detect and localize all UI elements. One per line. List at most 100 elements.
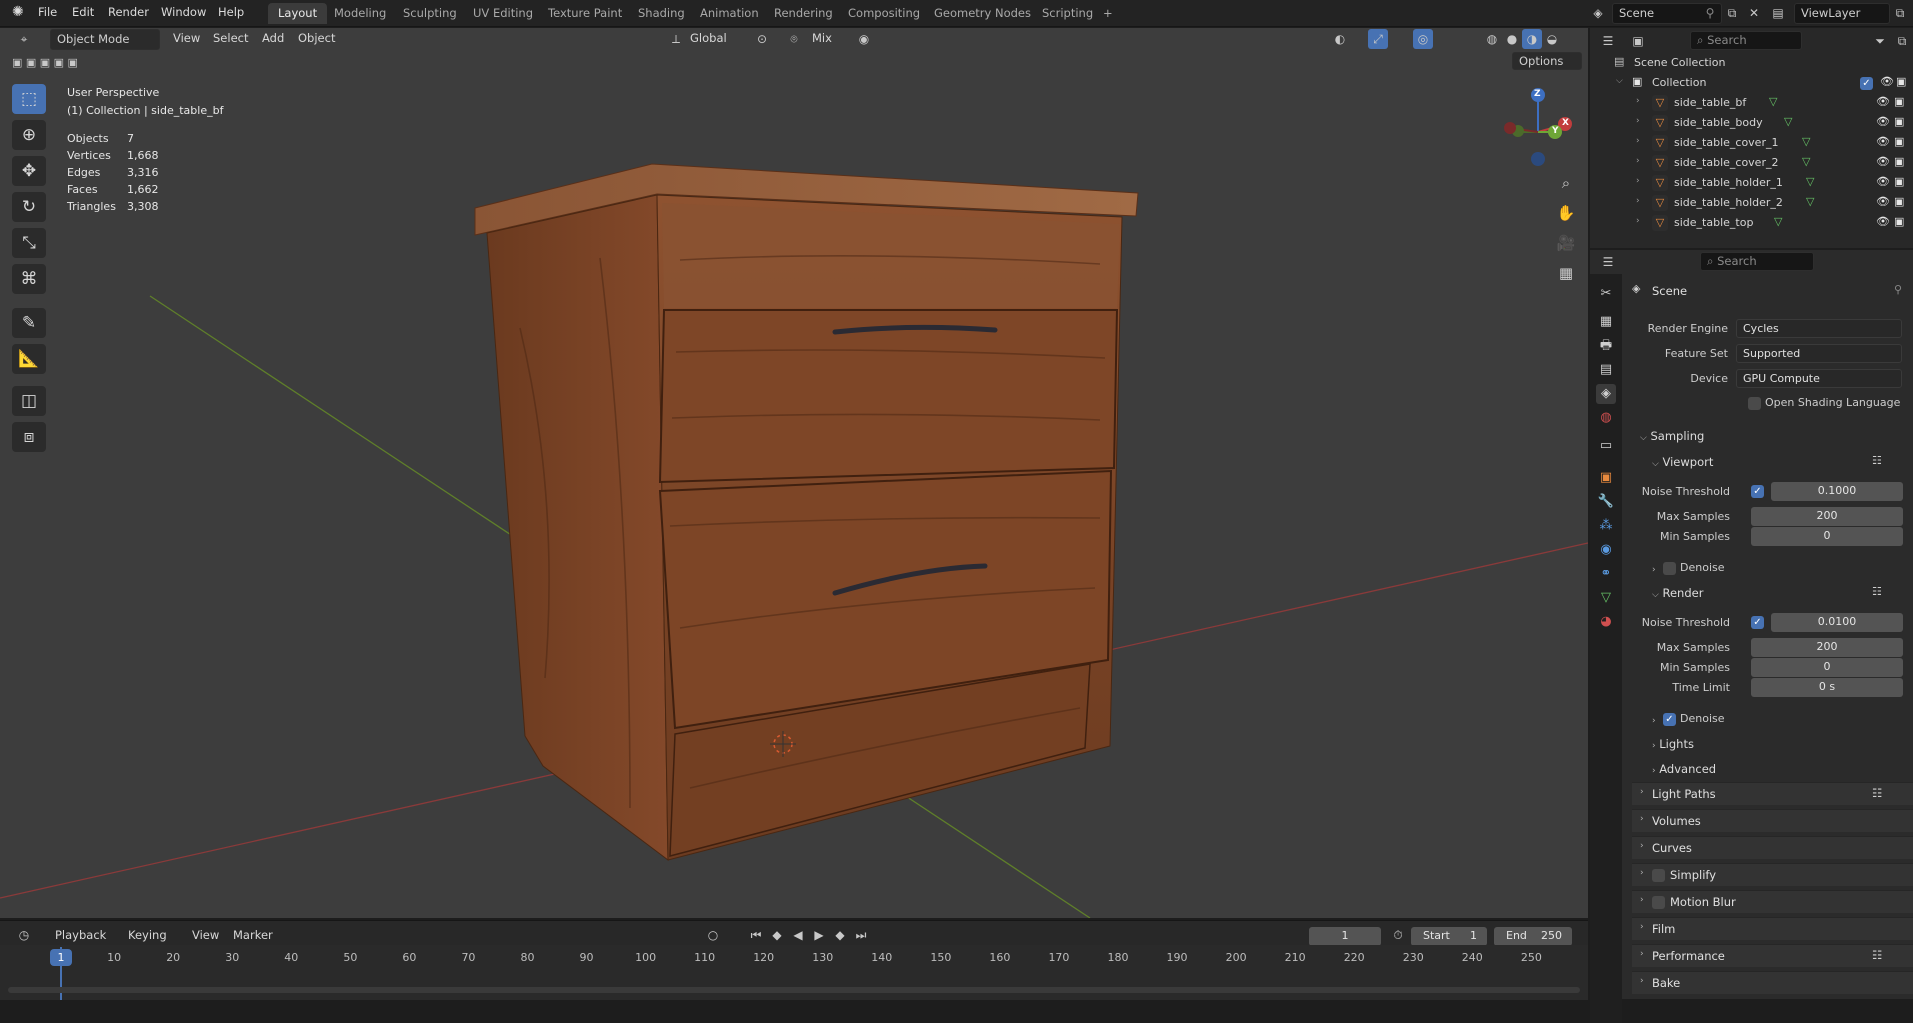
mode-selector[interactable]: Object Mode bbox=[50, 29, 160, 50]
presets-list-icon[interactable]: ☷ bbox=[1872, 454, 1882, 467]
camera-icon[interactable]: ▣ bbox=[1894, 175, 1904, 188]
new-view-layer-icon[interactable]: ⧉ bbox=[1890, 3, 1910, 23]
view-layer-selector[interactable]: ViewLayer bbox=[1794, 3, 1890, 24]
tree-object[interactable]: › ▽ side_table_cover_1 ▽ 👁 ▣ bbox=[1590, 133, 1913, 153]
measure-tool-icon[interactable]: 📐 bbox=[12, 344, 46, 374]
presets-list-icon[interactable]: ☷ bbox=[1872, 585, 1882, 598]
eye-icon[interactable]: 👁 bbox=[1876, 135, 1890, 148]
menu-window[interactable]: Window bbox=[161, 5, 206, 19]
outliner-search-input[interactable]: ⌕ Search bbox=[1690, 31, 1802, 50]
data-tab-icon[interactable]: ▽ bbox=[1596, 588, 1616, 608]
tab-compositing[interactable]: Compositing bbox=[838, 3, 930, 24]
tab-modeling[interactable]: Modeling bbox=[324, 3, 396, 24]
vp-denoise-subpanel[interactable]: › bbox=[1652, 561, 1656, 575]
expand-arrow-icon[interactable]: › bbox=[1636, 176, 1640, 186]
volumes-panel[interactable]: › Volumes bbox=[1632, 809, 1913, 832]
bake-panel[interactable]: › Bake bbox=[1632, 971, 1913, 994]
render-tab-icon[interactable]: ▦ bbox=[1596, 312, 1616, 332]
gizmo-x-label[interactable]: X bbox=[1562, 118, 1569, 128]
simplify-checkbox[interactable] bbox=[1652, 869, 1665, 882]
proportional-edit-icon[interactable]: ◉ bbox=[854, 29, 874, 49]
tree-scene-collection[interactable]: ▤ Scene Collection bbox=[1590, 53, 1913, 73]
pin-icon[interactable]: ⚲ bbox=[1894, 283, 1902, 296]
scale-tool-icon[interactable]: ⤡ bbox=[12, 228, 46, 258]
wireframe-shading-icon[interactable]: ◍ bbox=[1482, 29, 1502, 49]
mesh-data-icon[interactable]: ▽ bbox=[1802, 135, 1810, 148]
viewport-menu-add[interactable]: Add bbox=[262, 31, 284, 45]
add-cube-tool-icon[interactable]: ◫ bbox=[12, 386, 46, 416]
solid-shading-icon[interactable]: ● bbox=[1502, 29, 1522, 49]
motion-blur-checkbox[interactable] bbox=[1652, 896, 1665, 909]
scene-icon[interactable]: ◈ bbox=[1588, 3, 1608, 23]
viewport-menu-select[interactable]: Select bbox=[213, 31, 248, 45]
editor-type-icon[interactable]: ⌖ bbox=[14, 29, 34, 49]
camera-icon[interactable]: ▣ bbox=[1894, 95, 1904, 108]
menu-render[interactable]: Render bbox=[108, 5, 149, 19]
gizmo-toggle-icon[interactable]: ⤢ bbox=[1368, 29, 1388, 49]
visibility-icon[interactable]: ◐ bbox=[1330, 29, 1350, 49]
snap-mode-dropdown[interactable]: Mix bbox=[812, 31, 832, 45]
collection-tab-icon[interactable]: ▭ bbox=[1596, 436, 1616, 456]
particles-tab-icon[interactable]: ⁂ bbox=[1596, 516, 1616, 536]
zoom-icon[interactable]: ⌕ bbox=[1553, 170, 1579, 196]
annotate-tool-icon[interactable]: ✎ bbox=[12, 308, 46, 338]
viewport-menu-view[interactable]: View bbox=[173, 31, 200, 45]
tree-object[interactable]: › ▽ side_table_holder_1 ▽ 👁 ▣ bbox=[1590, 173, 1913, 193]
device-dropdown[interactable]: GPU Compute bbox=[1736, 369, 1902, 388]
camera-icon[interactable]: ▣ bbox=[1894, 195, 1904, 208]
transform-tool-icon[interactable]: ⌘ bbox=[12, 264, 46, 294]
presets-list-icon[interactable]: ☷ bbox=[1872, 948, 1882, 962]
menu-edit[interactable]: Edit bbox=[72, 5, 94, 19]
feature-set-dropdown[interactable]: Supported bbox=[1736, 344, 1902, 363]
advanced-subpanel[interactable]: › Advanced bbox=[1652, 762, 1716, 776]
vp-max-samples-field[interactable]: 200 bbox=[1751, 507, 1903, 526]
transform-orientation-icon[interactable]: ⟂ bbox=[666, 29, 686, 49]
snap-icon[interactable]: ⌾ bbox=[784, 29, 804, 49]
expand-arrow-icon[interactable]: › bbox=[1636, 136, 1640, 146]
camera-icon[interactable]: ▣ bbox=[1894, 155, 1904, 168]
lights-subpanel[interactable]: › Lights bbox=[1652, 737, 1694, 751]
blender-logo-icon[interactable]: ✺ bbox=[12, 4, 24, 20]
sampling-panel-header[interactable]: ⌵ Sampling bbox=[1640, 429, 1704, 443]
tab-sculpting[interactable]: Sculpting bbox=[393, 3, 467, 24]
material-shading-icon[interactable]: ◑ bbox=[1522, 29, 1542, 49]
constraints-tab-icon[interactable]: ⚭ bbox=[1596, 564, 1616, 584]
expand-arrow-icon[interactable]: › bbox=[1636, 96, 1640, 106]
render-engine-dropdown[interactable]: Cycles bbox=[1736, 319, 1902, 338]
tab-rendering[interactable]: Rendering bbox=[764, 3, 843, 24]
eye-icon[interactable]: 👁 bbox=[1876, 215, 1890, 228]
tab-uv-editing[interactable]: UV Editing bbox=[463, 3, 543, 24]
tree-object[interactable]: › ▽ side_table_cover_2 ▽ 👁 ▣ bbox=[1590, 153, 1913, 173]
mesh-data-icon[interactable]: ▽ bbox=[1802, 155, 1810, 168]
ortho-grid-icon[interactable]: ▦ bbox=[1553, 260, 1579, 286]
eye-icon[interactable]: 👁 bbox=[1876, 155, 1890, 168]
new-scene-icon[interactable]: ⧉ bbox=[1722, 3, 1742, 23]
tab-animation[interactable]: Animation bbox=[690, 3, 769, 24]
overlay-toggle-icon[interactable]: ◎ bbox=[1413, 29, 1433, 49]
tool-tab-icon[interactable]: ✂ bbox=[1596, 284, 1616, 304]
move-tool-icon[interactable]: ✥ bbox=[12, 156, 46, 186]
simplify-panel[interactable]: › Simplify bbox=[1632, 863, 1913, 886]
camera-icon[interactable]: ▣ bbox=[1894, 215, 1904, 228]
pin-icon[interactable]: ⚲ bbox=[1700, 3, 1720, 23]
vp-noise-threshold-checkbox[interactable]: ✓ bbox=[1751, 485, 1764, 498]
r-noise-threshold-field[interactable]: 0.0100 bbox=[1771, 613, 1903, 632]
camera-icon[interactable]: ▣ bbox=[1894, 115, 1904, 128]
camera-view-icon[interactable]: 🎥 bbox=[1553, 230, 1579, 256]
r-min-samples-field[interactable]: 0 bbox=[1751, 658, 1903, 677]
properties-editor-type-icon[interactable]: ☰ bbox=[1598, 252, 1618, 272]
r-denoise-subpanel[interactable]: › bbox=[1652, 712, 1656, 726]
object-tab-icon[interactable]: ▣ bbox=[1596, 468, 1616, 488]
tab-shading[interactable]: Shading bbox=[628, 3, 695, 24]
select-box-tool-icon[interactable]: ⬚ bbox=[12, 84, 46, 114]
vp-denoise-checkbox[interactable] bbox=[1663, 562, 1676, 575]
scene-tab-icon[interactable]: ◈ bbox=[1596, 384, 1616, 404]
gizmo-y-label[interactable]: Y bbox=[1552, 126, 1559, 136]
material-tab-icon[interactable]: ◕ bbox=[1596, 612, 1616, 632]
mesh-data-icon[interactable]: ▽ bbox=[1806, 175, 1814, 188]
curves-panel[interactable]: › Curves bbox=[1632, 836, 1913, 859]
modifier-tab-icon[interactable]: 🔧 bbox=[1596, 492, 1616, 512]
r-time-limit-field[interactable]: 0 s bbox=[1751, 678, 1903, 697]
output-tab-icon[interactable]: 🖶 bbox=[1596, 336, 1616, 356]
pan-hand-icon[interactable]: ✋ bbox=[1553, 200, 1579, 226]
